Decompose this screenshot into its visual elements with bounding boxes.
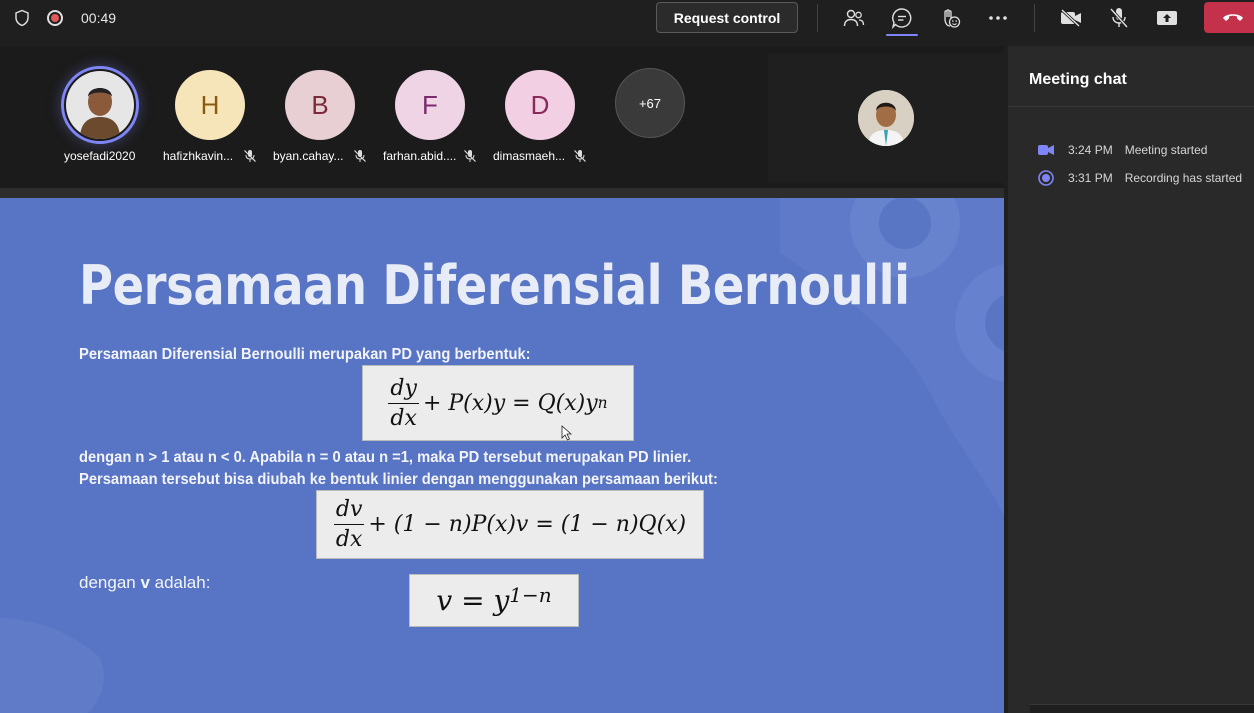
fraction: dy dx (388, 376, 419, 431)
slide-paragraph: dengan n > 1 atau n < 0. Apabila n = 0 a… (79, 449, 692, 466)
toolbar-divider (1034, 4, 1035, 32)
event-text: Meeting started (1124, 143, 1208, 157)
chat-title: Meeting chat (1029, 71, 1127, 88)
participant-name: byan.cahay... (273, 149, 344, 163)
participant-name: dimasmaeh... (493, 149, 566, 163)
fraction-denominator: dx (335, 527, 363, 552)
slide-paragraph: Persamaan Diferensial Bernoulli merupaka… (79, 346, 531, 363)
slide-title: Persamaan Diferensial Bernoulli (79, 254, 910, 317)
people-icon[interactable] (842, 6, 866, 30)
more-participants-button[interactable]: +67 (600, 68, 700, 138)
avatar (61, 66, 139, 144)
participant-name: hafizhkavin... (163, 149, 234, 163)
avatar: H (175, 70, 245, 140)
equation-substitution: v = y 1−n (409, 574, 579, 627)
fraction: dv dx (333, 497, 365, 552)
participant-name: farhan.abid.... (383, 149, 457, 163)
video-icon (1038, 142, 1054, 158)
self-video-tile[interactable] (768, 53, 1004, 183)
fraction-denominator: dx (390, 405, 417, 431)
request-control-button[interactable]: Request control (656, 2, 798, 33)
leave-button[interactable] (1204, 2, 1254, 33)
leave-icon (1223, 14, 1243, 21)
equation-text: + P(x)y = Q(x)y (422, 390, 598, 416)
equation-exponent: 1−n (509, 582, 552, 607)
participant-tile[interactable]: F farhan.abid.... (380, 70, 480, 163)
corner-decoration (0, 618, 104, 713)
avatar: B (285, 70, 355, 140)
equation-bernoulli: dy dx + P(x)y = Q(x)y n (362, 365, 634, 441)
equation-text: + (1 − n)P(x)v = (1 − n)Q(x) (368, 512, 687, 537)
text-segment: adalah: (149, 573, 211, 592)
chat-header: Meeting chat (1008, 46, 1254, 107)
fraction-numerator: dy (388, 376, 419, 404)
event-time: 3:31 PM (1068, 171, 1113, 185)
avatar: D (505, 70, 575, 140)
recording-icon (1038, 170, 1054, 186)
meeting-toolbar: 00:49 Request control (0, 0, 1254, 46)
avatar (858, 90, 914, 146)
more-icon[interactable] (986, 6, 1010, 30)
mouse-cursor-icon (561, 425, 573, 441)
mic-off-icon (574, 150, 586, 162)
text-segment: dengan (79, 573, 141, 592)
mic-off-icon[interactable] (1107, 6, 1131, 30)
slide-paragraph: Persamaan tersebut bisa diubah ke bentuk… (79, 471, 718, 488)
text-segment: v (140, 573, 150, 592)
chat-icon[interactable] (890, 6, 914, 30)
share-icon[interactable] (1155, 6, 1179, 30)
participant-tile[interactable]: H hafizhkavin... (160, 70, 260, 163)
participant-strip: yosefadi2020 H hafizhkavin... B byan.cah… (0, 46, 1004, 188)
equation-linear: dv dx + (1 − n)P(x)v = (1 − n)Q(x) (316, 490, 704, 559)
event-text: Recording has started (1124, 171, 1243, 185)
chat-compose-area[interactable] (1030, 704, 1254, 713)
strip-divider (0, 188, 1004, 198)
more-participants-count: +67 (615, 68, 685, 138)
participant-tile[interactable]: B byan.cahay... (270, 70, 370, 163)
react-icon[interactable] (938, 6, 962, 30)
mic-off-icon (244, 150, 256, 162)
shield-icon[interactable] (13, 9, 31, 27)
gear-decoration (780, 198, 1004, 516)
shared-slide: Persamaan Diferensial Bernoulli Persamaa… (0, 198, 1004, 713)
chat-event: 3:31 PM Recording has started (1038, 169, 1242, 187)
chat-active-indicator (886, 34, 918, 36)
meeting-chat-panel: Meeting chat 3:24 PM Meeting started 3:3… (1008, 46, 1254, 713)
participant-tile[interactable]: D dimasmaeh... (490, 70, 590, 163)
equation-exponent: n (597, 394, 608, 412)
camera-off-icon[interactable] (1059, 6, 1083, 30)
slide-paragraph: dengan v adalah: (79, 573, 210, 593)
record-icon[interactable] (47, 10, 63, 26)
participant-name: yosefadi2020 (64, 149, 136, 163)
avatar: F (395, 70, 465, 140)
chat-event: 3:24 PM Meeting started (1038, 141, 1207, 159)
event-time: 3:24 PM (1068, 143, 1113, 157)
mic-off-icon (464, 150, 476, 162)
participant-tile[interactable]: yosefadi2020 (50, 66, 150, 163)
fraction-numerator: dv (333, 497, 365, 525)
equation-text: v = y (436, 584, 510, 617)
meeting-timer: 00:49 (81, 10, 117, 26)
mic-off-icon (354, 150, 366, 162)
toolbar-divider (817, 4, 818, 32)
